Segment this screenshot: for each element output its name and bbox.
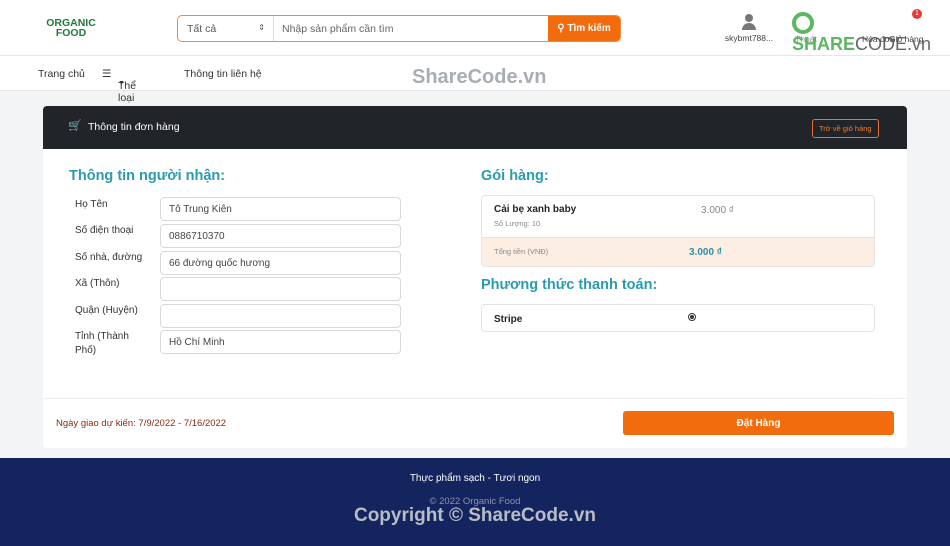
card-footer: Ngày giao dự kiến: 7/9/2022 - 7/16/2022 … (43, 398, 907, 448)
username: skybmt788... (724, 33, 774, 43)
item-quantity: Số Lượng: 10 (494, 219, 541, 228)
field-label: Họ Tên (75, 199, 108, 210)
fullname-field[interactable] (160, 197, 401, 221)
payment-radio[interactable] (688, 313, 696, 321)
payment-method-label: Stripe (494, 314, 523, 325)
search-input[interactable] (274, 16, 548, 41)
delivery-date: Ngày giao dự kiến: 7/9/2022 - 7/16/2022 (56, 418, 227, 429)
payment-option-stripe[interactable]: Stripe (481, 304, 875, 332)
search-icon: ⚲ (557, 23, 568, 34)
total-value: 3.000 ₫ (689, 247, 722, 258)
province-field[interactable] (160, 330, 401, 354)
recipient-heading: Thông tin người nhận: (69, 168, 226, 184)
ward-field[interactable] (160, 277, 401, 301)
category-value: Tất cả (187, 23, 217, 35)
item-price: 3.000 ₫ (701, 205, 734, 216)
field-label: Xã (Thôn) (75, 278, 120, 289)
card-header: 🛒 Thông tin đơn hàng Trở về giỏ hàng (43, 106, 907, 149)
item-name: Cải bẹ xanh baby (494, 204, 577, 215)
search-button[interactable]: ⚲ Tìm kiếm (548, 16, 620, 41)
field-label: Số nhà, đường (75, 252, 143, 263)
field-label: Tỉnh (Thành Phố) (75, 331, 129, 356)
order-card: 🛒 Thông tin đơn hàng Trở về giỏ hàng Thô… (43, 106, 907, 448)
category-select[interactable]: Tất cả ⇕ (178, 16, 274, 41)
package-box: Cải bẹ xanh baby Số Lượng: 10 3.000 ₫ Tổ… (481, 195, 875, 267)
select-arrows-icon: ⇕ (258, 23, 265, 32)
nav-home[interactable]: Trang chủ (38, 68, 85, 80)
user-icon (742, 14, 756, 30)
payment-heading: Phương thức thanh toán: (481, 277, 658, 293)
search-bar: Tất cả ⇕ ⚲ Tìm kiếm (177, 15, 621, 42)
user-account[interactable]: skybmt788... (722, 14, 776, 43)
street-field[interactable] (160, 251, 401, 275)
total-row: Tổng tiền (VNĐ) 3.000 ₫ (482, 237, 874, 266)
sharecode-watermark-logo: SHARECODE.vn (792, 12, 950, 55)
nav-contact[interactable]: Thông tin liên hệ (184, 68, 262, 80)
cart-icon: 🛒 (68, 120, 82, 132)
back-to-cart-button[interactable]: Trở về giỏ hàng (812, 119, 879, 138)
caret-down-icon: ▼ (118, 80, 125, 87)
card-title: Thông tin đơn hàng (88, 121, 180, 133)
total-label: Tổng tiền (VNĐ) (494, 247, 549, 256)
package-item: Cải bẹ xanh baby Số Lượng: 10 3.000 ₫ (482, 196, 874, 237)
place-order-button[interactable]: Đặt Hàng (623, 411, 894, 435)
field-label: Quận (Huyện) (75, 305, 138, 316)
site-footer: Thực phẩm sạch - Tươi ngon © 2022 Organi… (0, 458, 950, 546)
footer-slogan: Thực phẩm sạch - Tươi ngon (409, 473, 541, 484)
watermark-top: ShareCode.vn (412, 66, 547, 88)
package-heading: Gói hàng: (481, 168, 549, 184)
watermark-bottom: Copyright © ShareCode.vn (353, 505, 597, 526)
menu-icon: ☰ (102, 68, 112, 80)
search-button-label: Tìm kiếm (567, 23, 611, 34)
logo[interactable]: ORGANIC FOOD (45, 18, 97, 39)
field-label: Số điện thoại (75, 225, 134, 236)
phone-field[interactable] (160, 224, 401, 248)
top-header: ORGANIC FOOD Tất cả ⇕ ⚲ Tìm kiếm skybmt78… (0, 0, 950, 56)
district-field[interactable] (160, 304, 401, 328)
